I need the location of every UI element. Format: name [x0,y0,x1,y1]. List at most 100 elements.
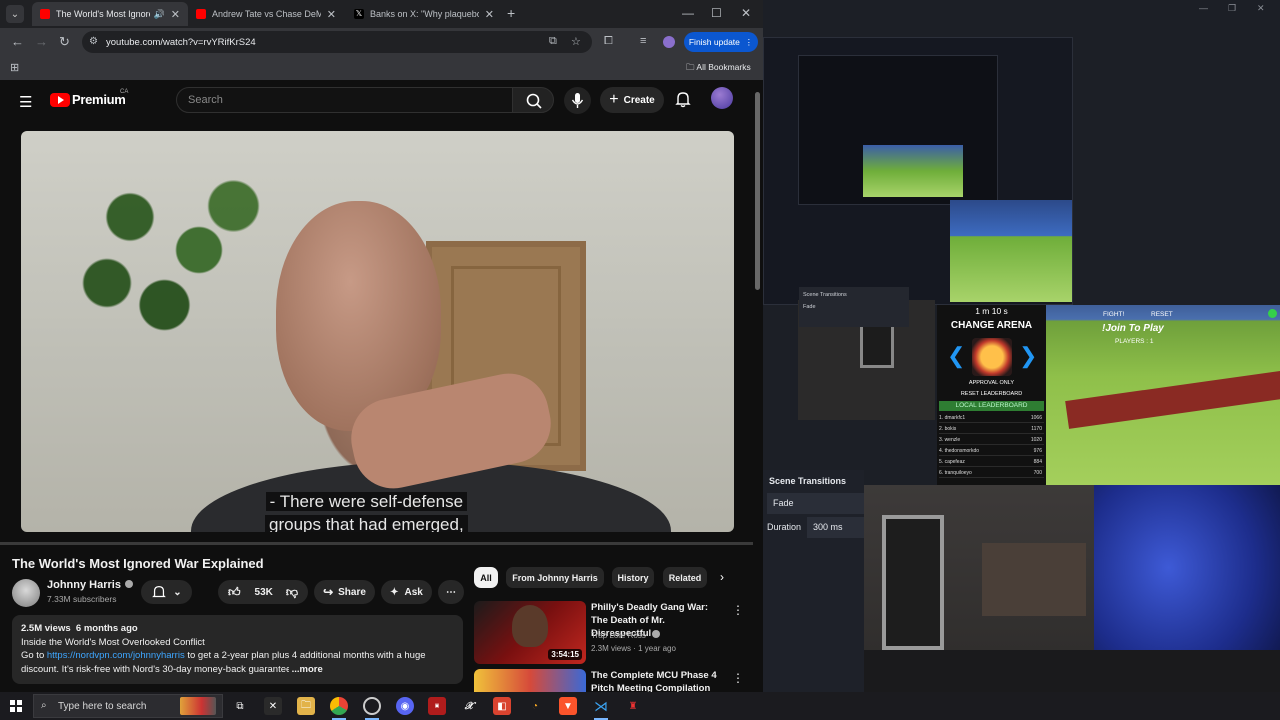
back-icon[interactable]: ← [11,34,24,49]
app-icon[interactable]: ✕ [264,697,282,715]
arena-next-icon[interactable]: ❯ [1019,343,1037,369]
toolbar: ← → ↻ ⚙ youtube.com/watch?v=rvYRifKrS24 … [0,28,763,56]
close-tab-icon[interactable]: ✕ [485,8,494,21]
bookmarks-bar: ⊞ 🗀 All Bookmarks [0,56,763,80]
leaderboard-name: thedonsmorkdo [944,448,980,454]
search-input[interactable]: Search [176,87,513,113]
duration-input[interactable]: 300 ms [807,517,864,538]
recommended-video-title[interactable]: The Complete MCU Phase 4 Pitch Meeting C… [591,669,721,692]
all-bookmarks-button[interactable]: 🗀 All Bookmarks [686,62,751,76]
profile-avatar-icon[interactable] [663,36,675,48]
windows-start-icon[interactable] [10,700,22,712]
apps-grid-icon[interactable]: ⊞ [10,61,19,74]
youtube-premium-logo[interactable]: Premium [72,92,126,107]
address-bar[interactable]: ⚙ youtube.com/watch?v=rvYRifKrS24 [82,31,592,53]
scrollbar-thumb[interactable] [755,92,760,290]
youtube-logo-icon[interactable] [50,93,70,107]
task-view-icon[interactable]: ⧉ [231,697,249,715]
new-tab-icon[interactable]: + [507,5,515,21]
site-info-icon[interactable]: ⚙ [89,36,98,47]
arena-title: CHANGE ARENA [950,320,1033,331]
tab-youtube-video[interactable]: The World's Most Ignored W 🔊 ✕ [32,2,188,26]
restore-icon[interactable]: ❐ [1228,3,1236,14]
close-window-icon[interactable]: ✕ [741,6,751,20]
recommended-channel[interactable]: Trap Lore Ross [591,630,661,641]
video-duration: 3:54:15 [548,649,582,660]
channel-name: Trap Lore Ross [591,631,646,640]
channel-avatar[interactable] [12,579,40,607]
app-icon[interactable]: ◧ [493,697,511,715]
page-scrollbar[interactable] [753,80,763,692]
chrome-icon[interactable] [330,697,348,715]
bookmark-star-icon[interactable]: ☆ [571,35,581,48]
recommended-video[interactable]: 3:54:15 Philly's Deadly Gang War: The De… [474,601,754,665]
tab-title: Banks on X: "Why plaqueboym [370,9,479,19]
tab-x-post[interactable]: 𝕏 Banks on X: "Why plaqueboym ✕ [346,2,502,26]
more-options-icon[interactable]: ⋮ [732,671,744,685]
transition-select[interactable]: Fade [767,493,864,514]
app-icon[interactable]: ▣ [428,697,446,715]
video-description[interactable]: 2.5M views 6 months ago Inside the World… [12,615,463,684]
reload-icon[interactable]: ↻ [59,34,70,50]
video-player[interactable]: - There were self-defense groups that ha… [21,131,734,532]
finish-update-button[interactable]: Finish update ⋮ [684,32,758,52]
game-road [1065,369,1280,429]
tab-andrew-tate[interactable]: Andrew Tate vs Chase DeMoor ✕ [188,2,344,26]
notifications-button[interactable] [674,90,692,113]
minimize-icon[interactable]: — [1199,3,1208,13]
arena-timer: 1 m 10 s [975,306,1008,316]
menu-icon[interactable]: ☰ [19,93,32,111]
extensions-icon[interactable]: ⧠ [604,35,613,48]
video-progress-bar[interactable] [0,542,753,545]
video-thumbnail[interactable]: 3:54:15 [474,601,586,664]
dislike-button[interactable]: 👎︎ [276,580,308,604]
app-icon[interactable]: ♜ [624,697,642,715]
voice-search-button[interactable] [564,87,591,114]
recommended-video[interactable]: The Complete MCU Phase 4 Pitch Meeting C… [474,669,754,692]
more-actions-button[interactable]: ⋯ [438,580,464,604]
speaker-icon[interactable]: 🔊 [154,9,165,20]
chip-from-johnny-harris[interactable]: From Johnny Harris [506,567,604,588]
game-view: FIGHT! RESET !Join To Play PLAYERS : 1 [1046,305,1280,485]
description-line-1: Inside the World's Most Overlooked Confl… [21,636,205,648]
discord-icon[interactable]: ◉ [396,697,414,715]
channel-name-link[interactable]: Johnny Harris [47,579,133,591]
blender-icon[interactable]: ◔ [526,697,544,715]
nested-game-view [950,200,1072,302]
subscription-bell-button[interactable]: ⌄ [141,580,192,604]
chips-next-icon[interactable]: › [720,570,724,584]
close-tab-icon[interactable]: ✕ [171,8,180,21]
share-button[interactable]: ↪ Share [314,580,375,604]
more-options-icon[interactable]: ⋮ [732,603,744,617]
verified-icon [124,580,133,588]
create-button[interactable]: + Create [600,87,664,113]
brave-icon[interactable]: ▼ [559,697,577,715]
close-tab-icon[interactable]: ✕ [327,8,336,21]
cast-icon[interactable]: ⧉ [549,35,557,48]
taskbar-search-input[interactable]: ⌕ Type here to search [33,694,223,718]
sponsor-link[interactable]: https://nordvpn.com/johnnyharris [47,650,185,661]
vscode-icon[interactable]: ⋊ [592,697,610,715]
chip-related[interactable]: Related [663,567,707,588]
maximize-icon[interactable]: ☐ [711,6,722,20]
leaderboard-score: 976 [1033,448,1042,454]
video-thumbnail[interactable] [474,669,586,692]
ask-button[interactable]: ✦ Ask [381,580,432,604]
arena-prev-icon[interactable]: ❮ [947,343,965,369]
nested-transitions-panel: Scene Transitions Fade [799,287,909,327]
leaderboard-row: 6. tranquiloeyo 700 [939,469,1044,478]
chip-history[interactable]: History [612,567,654,588]
reset-leaderboard: RESET LEADERBOARD [960,391,1023,397]
media-controls-icon[interactable]: ≡ [640,35,646,47]
obs-icon[interactable] [363,697,381,715]
show-more-link[interactable]: ...more [292,664,323,675]
minimize-icon[interactable]: — [682,6,694,20]
account-avatar[interactable] [711,87,733,109]
close-window-icon[interactable]: ✕ [1257,3,1265,14]
app-icon[interactable]: 𝒳 [460,697,478,715]
tab-search-button[interactable]: ⌄ [6,5,24,23]
forward-icon[interactable]: → [35,34,48,49]
file-explorer-icon[interactable]: 🗀 [297,697,315,715]
search-button[interactable] [512,87,554,113]
chip-all[interactable]: All [474,567,498,588]
